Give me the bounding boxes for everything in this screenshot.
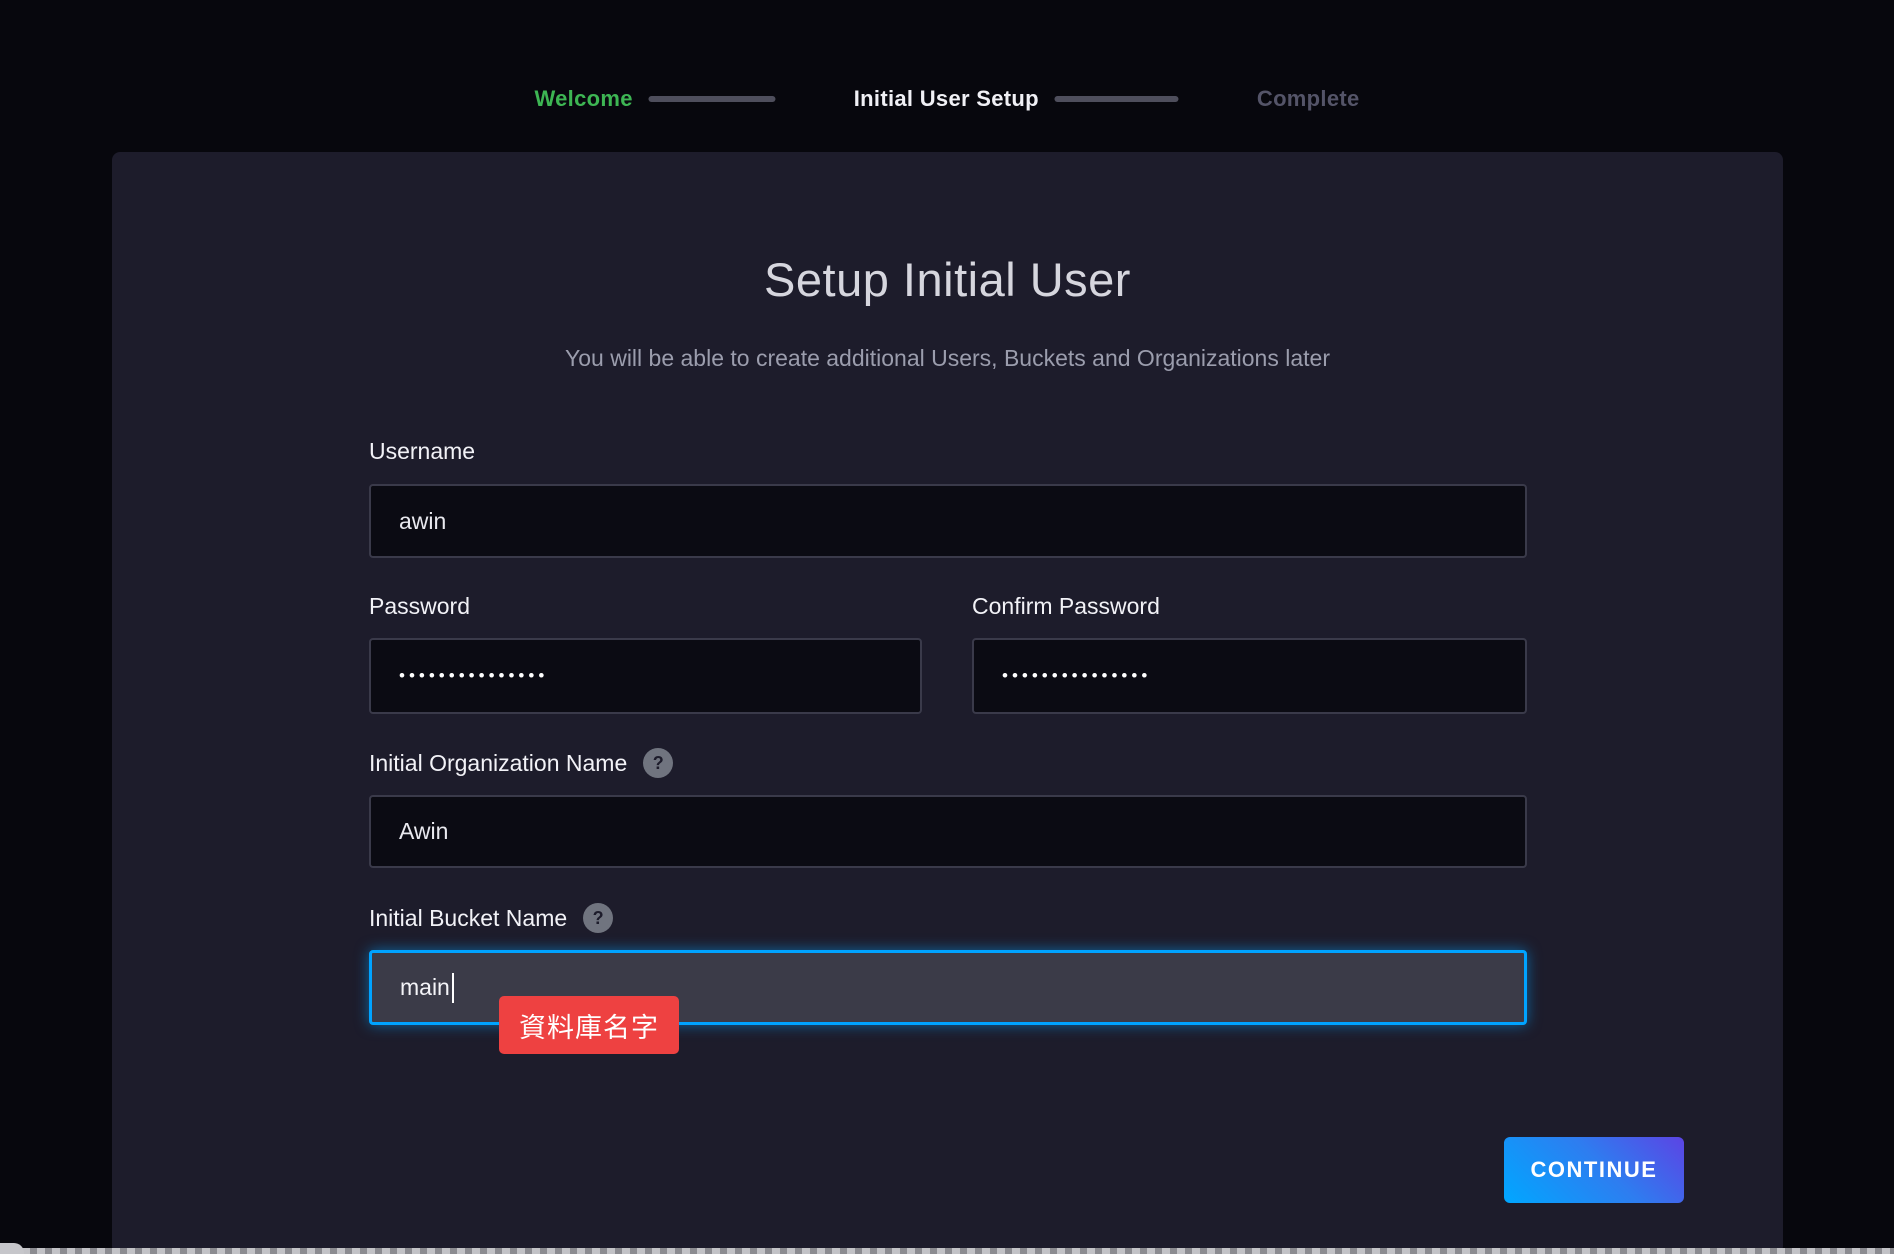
username-input[interactable] bbox=[369, 484, 1527, 558]
stepper-progress-line-1 bbox=[649, 96, 776, 102]
continue-button[interactable]: CONTINUE bbox=[1504, 1137, 1684, 1203]
organization-label-row: Initial Organization Name ? bbox=[369, 748, 673, 778]
annotation-tooltip: 資料庫名字 bbox=[499, 996, 679, 1054]
confirm-password-input[interactable] bbox=[972, 638, 1527, 714]
setup-stepper: Welcome Initial User Setup Complete bbox=[534, 86, 1359, 112]
confirm-password-label: Confirm Password bbox=[972, 593, 1160, 620]
bucket-label-row: Initial Bucket Name ? bbox=[369, 903, 613, 933]
stepper-step-initial-user-setup: Initial User Setup bbox=[854, 86, 1039, 112]
bucket-help-icon[interactable]: ? bbox=[583, 903, 613, 933]
setup-wizard-page: Welcome Initial User Setup Complete Setu… bbox=[0, 0, 1894, 1254]
page-title: Setup Initial User bbox=[112, 252, 1783, 307]
username-label-row: Username bbox=[369, 438, 475, 465]
setup-card: Setup Initial User You will be able to c… bbox=[112, 152, 1783, 1254]
clipped-status-bar bbox=[0, 1248, 1894, 1254]
confirm-password-label-row: Confirm Password bbox=[972, 593, 1160, 620]
bucket-label: Initial Bucket Name bbox=[369, 905, 567, 932]
clipped-status-bubble bbox=[0, 1243, 24, 1254]
bucket-input-value: main bbox=[400, 974, 450, 1001]
username-label: Username bbox=[369, 438, 475, 465]
password-input[interactable] bbox=[369, 638, 922, 714]
stepper-step-complete: Complete bbox=[1257, 86, 1360, 112]
password-label: Password bbox=[369, 593, 470, 620]
organization-help-icon[interactable]: ? bbox=[643, 748, 673, 778]
password-label-row: Password bbox=[369, 593, 470, 620]
page-subtitle: You will be able to create additional Us… bbox=[112, 345, 1783, 372]
stepper-step-welcome: Welcome bbox=[534, 86, 632, 112]
stepper-progress-line-2 bbox=[1055, 96, 1179, 102]
organization-input[interactable] bbox=[369, 795, 1527, 868]
organization-label: Initial Organization Name bbox=[369, 750, 627, 777]
text-cursor bbox=[452, 973, 454, 1003]
